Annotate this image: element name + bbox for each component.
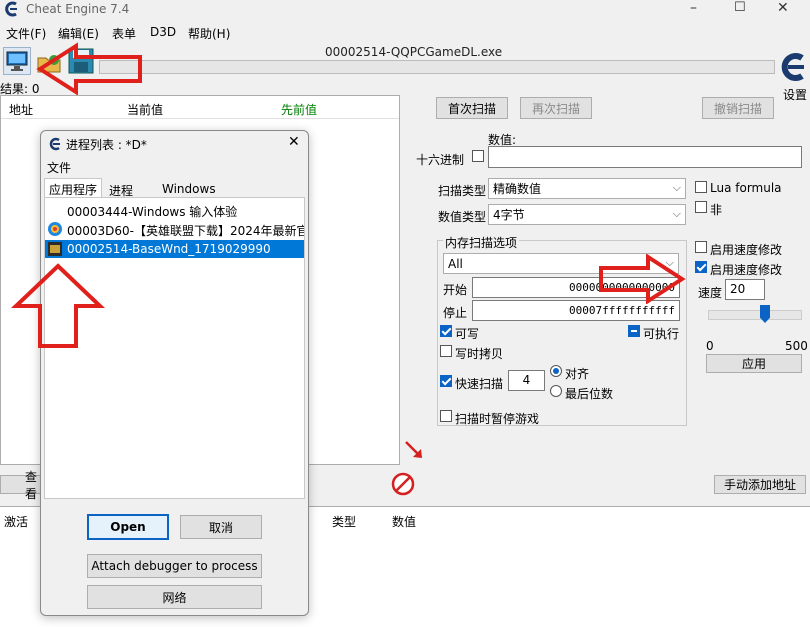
tab-applications[interactable]: 应用程序 [44,178,102,198]
memory-scan-options-label: 内存扫描选项 [443,234,520,251]
add-address-manually-button[interactable]: 手动添加地址 [714,475,806,494]
lua-formula-label: Lua formula [710,181,782,195]
copy-on-write-label: 写时拷贝 [455,347,504,361]
computer-icon [6,51,28,71]
annotation-arrow-right [599,254,686,304]
enable-speedhack-label-1: 启用速度修改 [710,243,783,257]
list-item[interactable]: 00003D60-【英雄联盟下载】2024年最新官方 [45,220,304,238]
maximize-button[interactable]: ☐ [734,0,746,15]
pause-game-checkbox[interactable] [440,410,452,422]
last-digits-label: 最后位数 [565,387,614,401]
menu-table[interactable]: 表单 [112,25,136,42]
not-label: 非 [710,203,723,217]
menu-help[interactable]: 帮助(H) [188,25,230,42]
speed-slider-thumb[interactable] [760,305,770,323]
hex-label: 十六进制 [416,153,465,167]
dialog-title: 进程列表 : *D* [66,138,147,152]
list-item-selected[interactable]: 00002514-BaseWnd_1719029990 [45,240,304,258]
fast-scan-label: 快速扫描 [455,377,504,391]
dialog-menu-file[interactable]: 文件 [47,159,71,176]
value-input[interactable] [488,146,802,168]
column-value[interactable]: 数值 [392,513,416,530]
stop-label: 停止 [443,306,468,320]
slider-max-label: 500 [785,339,808,353]
open-button[interactable]: Open [87,514,169,540]
process-title: 00002514-QQPCGameDL.exe [325,45,503,59]
menu-bar: 文件(F) 编辑(E) 表单 D3D 帮助(H) [0,24,810,42]
cheat-engine-logo-icon [4,1,20,17]
settings-label[interactable]: 设置 [783,86,807,103]
progress-bar [99,60,775,74]
column-active[interactable]: 激活 [4,513,28,530]
column-previous-value[interactable]: 先前值 [281,101,317,118]
scan-type-select[interactable]: 精确数值 ⌵ [488,178,686,199]
alignment-label: 对齐 [565,367,590,381]
next-scan-button[interactable]: 再次扫描 [520,97,592,119]
speed-label: 速度 [698,286,723,300]
enable-speedhack-checkbox-2[interactable] [695,261,707,273]
column-current-value[interactable]: 当前值 [127,101,163,118]
not-checkbox[interactable] [695,201,707,213]
tab-windows[interactable]: Windows [162,182,216,196]
column-type[interactable]: 类型 [332,513,356,530]
column-address[interactable]: 地址 [9,101,33,118]
undo-scan-button[interactable]: 撤销扫描 [702,97,774,119]
lua-formula-checkbox[interactable] [695,181,707,193]
network-button[interactable]: 网络 [87,585,262,609]
chevron-down-icon: ⌵ [672,207,681,220]
menu-file[interactable]: 文件(F) [6,25,46,42]
executable-label: 可执行 [643,327,680,341]
cheat-engine-settings-icon[interactable] [778,50,808,84]
writable-checkbox[interactable] [440,325,452,337]
value-type-select[interactable]: 4字节 ⌵ [488,204,686,225]
pause-game-label: 扫描时暂停游戏 [455,412,540,426]
executable-checkbox[interactable] [628,325,640,337]
close-button[interactable]: ✕ [777,0,789,16]
add-to-list-arrow-icon[interactable] [402,438,426,462]
attach-debugger-button[interactable]: Attach debugger to process [87,554,262,578]
dialog-close-button[interactable]: ✕ [288,134,300,150]
last-digits-radio[interactable] [550,385,562,397]
vertical-scrollbar[interactable] [798,530,808,626]
dialog-logo-icon [48,137,62,151]
copy-on-write-checkbox[interactable] [440,345,452,357]
minimize-button[interactable]: – [690,0,697,16]
fast-scan-input[interactable]: 4 [508,370,545,391]
annotation-arrow-left [36,42,142,96]
results-header: 地址 当前值 先前值 [1,96,399,119]
first-scan-button[interactable]: 首次扫描 [436,97,508,119]
cancel-button[interactable]: 取消 [180,515,262,539]
annotation-arrow-up [11,263,105,348]
menu-edit[interactable]: 编辑(E) [58,25,99,42]
window-title: Cheat Engine 7.4 [26,2,130,16]
process-list-dialog: 进程列表 : *D* ✕ 文件 应用程序 进程 Windows 00003444… [40,130,309,616]
hex-checkbox[interactable] [472,150,484,162]
fast-scan-checkbox[interactable] [440,375,452,387]
chevron-down-icon: ⌵ [672,181,681,194]
stop-icon[interactable] [391,472,415,496]
alignment-radio[interactable] [550,365,562,377]
slider-min-label: 0 [706,339,714,353]
scan-type-label: 扫描类型 [438,184,487,198]
enable-speedhack-label-2: 启用速度修改 [710,263,783,277]
apply-speed-button[interactable]: 应用 [706,354,802,373]
select-process-button[interactable] [3,47,31,75]
start-label: 开始 [443,283,468,297]
title-bar: Cheat Engine 7.4 – ☐ ✕ [0,0,810,20]
menu-d3d[interactable]: D3D [150,25,176,39]
value-type-label: 数值类型 [438,210,487,224]
writable-label: 可写 [455,327,480,341]
app-icon [47,241,63,257]
speed-slider-track[interactable] [708,310,802,320]
list-item[interactable]: 00003444-Windows 输入体验 [45,201,304,219]
enable-speedhack-checkbox-1[interactable] [695,241,707,253]
app-icon [47,221,63,237]
speed-input[interactable]: 20 [725,279,765,300]
